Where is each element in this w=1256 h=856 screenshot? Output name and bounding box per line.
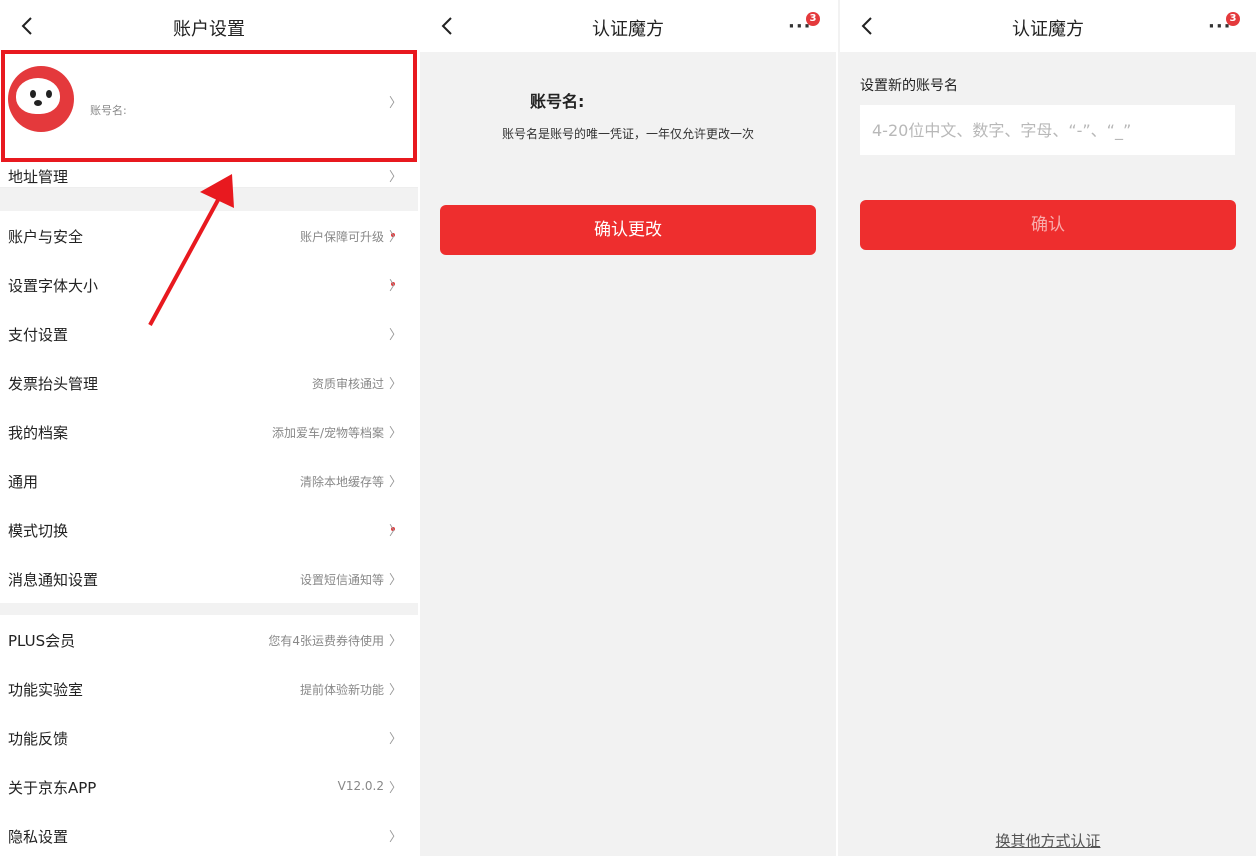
navbar: 认证魔方 ··· 3 [840, 0, 1256, 52]
verification-intro-screen: 认证魔方 ··· 3 账号名: 账号名是账号的唯一凭证，一年仅允许更改一次 确认… [420, 0, 836, 856]
page-title: 认证魔方 [592, 19, 664, 40]
chevron-right-icon: 〉 [388, 634, 402, 649]
account-settings-screen: 账户设置 账号名: 〉 地址管理〉账户与安全 账户保障可升级〉设置字体大小〉支付设… [0, 0, 418, 856]
settings-row[interactable]: 模式切换 〉 [0, 505, 418, 554]
chevron-right-icon: 〉 [388, 573, 402, 588]
settings-row[interactable]: 消息通知设置 设置短信通知等〉 [0, 554, 418, 603]
more-button[interactable]: ··· 3 [788, 12, 822, 42]
settings-row-label: 关于京东APP [8, 779, 97, 797]
chevron-right-icon: 〉 [388, 524, 402, 539]
navbar: 账户设置 [0, 0, 418, 52]
settings-row-label: 通用 [8, 473, 39, 491]
chevron-right-icon: 〉 [388, 830, 402, 845]
settings-row-label: 消息通知设置 [8, 571, 99, 589]
settings-row-value: 提前体验新功能 [299, 683, 384, 697]
settings-row-value: V12.0.2 [337, 779, 384, 793]
settings-row-label: PLUS会员 [8, 632, 76, 650]
new-account-name-input[interactable] [860, 105, 1235, 155]
chevron-right-icon: 〉 [388, 328, 402, 343]
chevron-right-icon: 〉 [388, 475, 402, 490]
settings-row-label: 支付设置 [8, 326, 69, 344]
settings-row-label: 账户与安全 [8, 228, 84, 246]
confirm-change-button[interactable]: 确认更改 [440, 205, 816, 255]
navbar: 认证魔方 ··· 3 [420, 0, 836, 52]
settings-row-value: 添加爱车/宠物等档案 [271, 426, 384, 440]
account-name-heading: 账号名: [530, 92, 585, 111]
arrow-annotation [148, 174, 234, 326]
settings-row-value: 您有4张运费券待使用 [268, 634, 384, 648]
settings-row[interactable]: PLUS会员 您有4张运费券待使用〉 [0, 615, 418, 664]
notification-badge: 3 [1226, 12, 1240, 26]
settings-row[interactable]: 我的档案 添加爱车/宠物等档案〉 [0, 407, 418, 456]
notification-badge: 3 [806, 12, 820, 26]
settings-row-value: 资质审核通过 [311, 377, 384, 391]
page-title: 账户设置 [173, 19, 245, 40]
chevron-right-icon: 〉 [388, 170, 402, 185]
settings-row-value: 账户保障可升级 [299, 230, 384, 244]
settings-row[interactable]: 通用 清除本地缓存等〉 [0, 456, 418, 505]
new-account-name-label: 设置新的账号名 [860, 78, 958, 94]
account-name-description: 账号名是账号的唯一凭证，一年仅允许更改一次 [501, 127, 754, 141]
more-button[interactable]: ··· 3 [1208, 12, 1242, 42]
confirm-button[interactable]: 确认 [860, 200, 1236, 250]
chevron-right-icon: 〉 [388, 279, 402, 294]
settings-row[interactable]: 功能反馈 〉 [0, 713, 418, 762]
chevron-right-icon: 〉 [388, 732, 402, 747]
settings-row[interactable]: 发票抬头管理 资质审核通过〉 [0, 358, 418, 407]
settings-row-value: 清除本地缓存等 [299, 475, 384, 489]
settings-row[interactable]: 功能实验室 提前体验新功能〉 [0, 664, 418, 713]
chevron-right-icon: 〉 [388, 377, 402, 392]
settings-row-label: 功能反馈 [8, 730, 69, 748]
settings-row-label: 我的档案 [8, 424, 69, 442]
chevron-right-icon: 〉 [388, 781, 402, 796]
settings-row-label: 模式切换 [8, 522, 69, 540]
verification-set-name-screen: 认证魔方 ··· 3 设置新的账号名 确认 换其他方式认证 [840, 0, 1256, 856]
switch-verification-link[interactable]: 换其他方式认证 [840, 830, 1256, 851]
page-title: 认证魔方 [1012, 19, 1084, 40]
settings-row[interactable]: 隐私设置 〉 [0, 811, 418, 856]
settings-row-label: 发票抬头管理 [8, 375, 99, 393]
settings-row[interactable]: 关于京东APP V12.0.2 〉 [0, 762, 418, 811]
settings-row-label: 设置字体大小 [8, 277, 99, 295]
settings-row-value: 设置短信通知等 [299, 573, 384, 587]
chevron-right-icon: 〉 [388, 230, 402, 245]
highlight-box [1, 50, 417, 162]
settings-row-label: 隐私设置 [8, 828, 69, 846]
chevron-right-icon: 〉 [388, 426, 402, 441]
settings-row-label: 地址管理 [8, 168, 69, 186]
settings-row-label: 功能实验室 [8, 681, 84, 699]
chevron-right-icon: 〉 [388, 683, 402, 698]
